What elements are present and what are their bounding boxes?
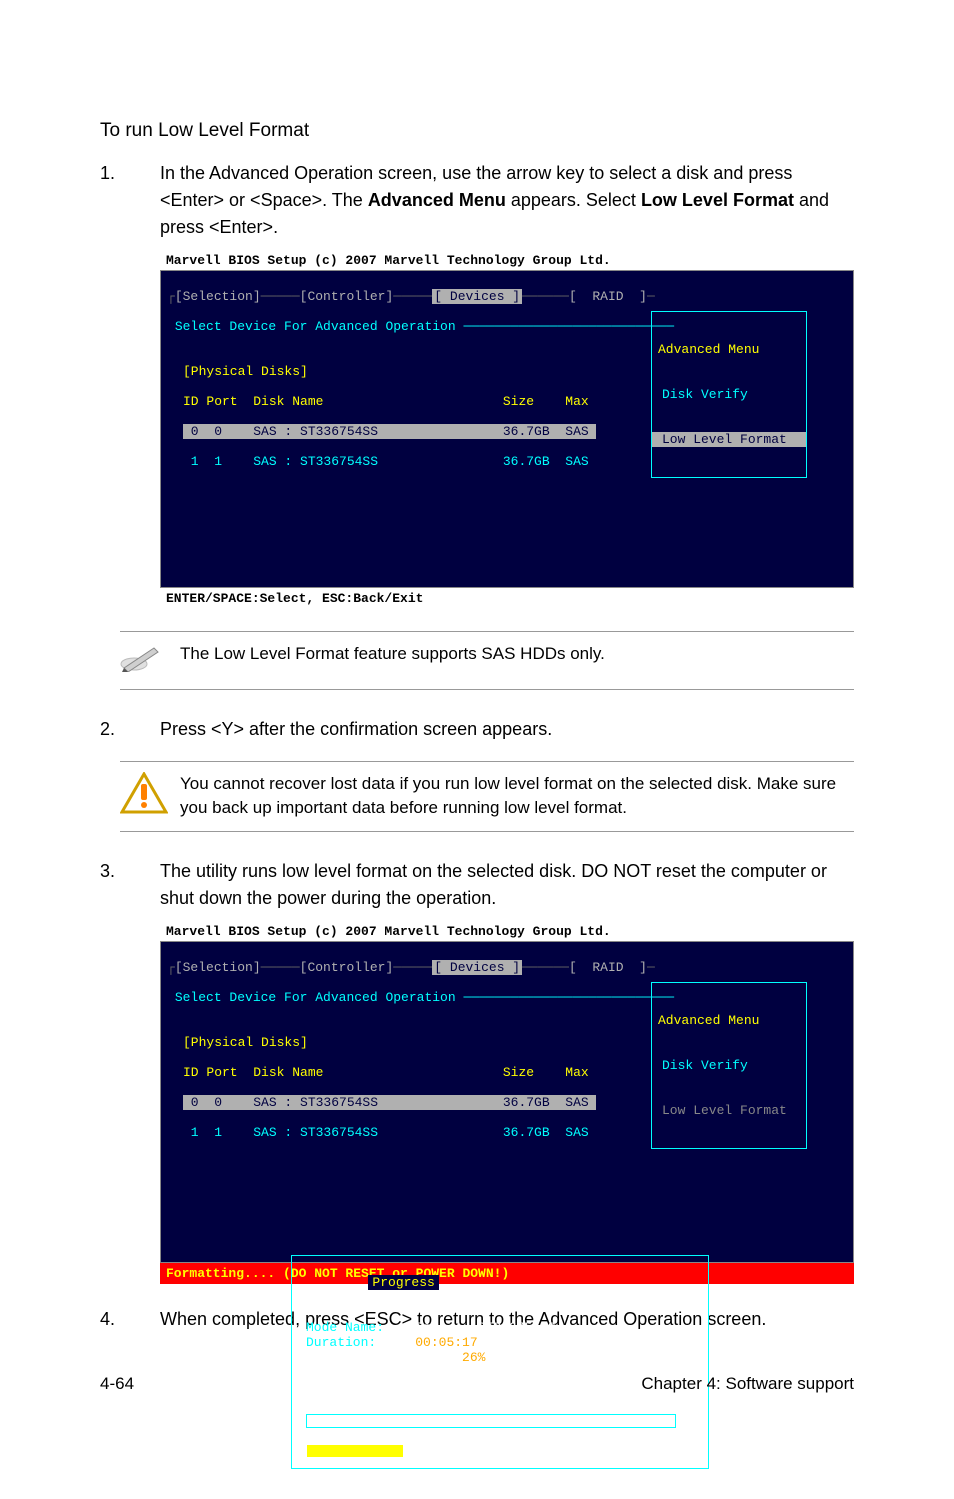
bios-screenshot-1: Marvell BIOS Setup (c) 2007 Marvell Tech…: [160, 251, 854, 609]
step3-text: The utility runs low level format on the…: [160, 858, 854, 912]
advanced-menu-popup-2: Advanced Menu Disk Verify Low Level Form…: [651, 982, 807, 1149]
progress-percent: 26%: [462, 1350, 485, 1365]
pencil-icon: [120, 642, 180, 679]
advanced-menu-popup: Advanced Menu Disk Verify Low Level Form…: [651, 311, 807, 478]
info-note-sas-only: The Low Level Format feature supports SA…: [120, 631, 854, 690]
step-body-1: In the Advanced Operation screen, use th…: [160, 160, 854, 241]
tab-raid: [ RAID ]: [569, 289, 647, 304]
bios-title-1: Marvell BIOS Setup (c) 2007 Marvell Tech…: [160, 251, 854, 270]
tab-controller: [Controller]: [300, 289, 394, 304]
step2-text: Press <Y> after the confirmation screen …: [160, 716, 854, 743]
progress-box: Progress Mode Name: SAS : ST336754SS Dur…: [291, 1255, 709, 1469]
bios1-subtitle: Select Device For Advanced Operation: [175, 319, 456, 334]
menu-item-disk-verify: Disk Verify: [652, 387, 806, 402]
step1-mid: appears. Select: [506, 190, 641, 210]
step-3: 3. The utility runs low level format on …: [100, 858, 854, 912]
step-num-4: 4.: [100, 1306, 160, 1333]
menu-item-low-level-format-selected: Low Level Format: [652, 432, 806, 447]
step1-bold2: Low Level Format: [641, 190, 794, 210]
bios2-subtitle: Select Device For Advanced Operation: [175, 990, 456, 1005]
tab-controller-2: [Controller]: [300, 960, 394, 975]
step-num-1: 1.: [100, 160, 160, 241]
menu-item-low-level-format-faded: Low Level Format: [652, 1103, 806, 1118]
bios-body-2: ┌[Selection]─────[Controller]─────[ Devi…: [160, 941, 854, 1263]
mode-name-value: SAS : ST336754SS: [415, 1320, 555, 1335]
duration-value: 00:05:17: [415, 1335, 477, 1350]
disk-row-selected: 0 0 SAS : ST336754SS 36.7GB SAS: [183, 424, 596, 439]
bios-body-1: ┌[Selection]─────[Controller]─────[ Devi…: [160, 270, 854, 588]
page-footer: 4-64 Chapter 4: Software support: [100, 1374, 854, 1394]
bios1-hint-bar: ENTER/SPACE:Select, ESC:Back/Exit: [160, 588, 854, 609]
disk-row-selected-2: 0 0 SAS : ST336754SS 36.7GB SAS: [183, 1095, 596, 1110]
step-num-2: 2.: [100, 716, 160, 743]
step-num-3: 3.: [100, 858, 160, 912]
step1-bold1: Advanced Menu: [368, 190, 506, 210]
bios-screenshot-2: Marvell BIOS Setup (c) 2007 Marvell Tech…: [160, 922, 854, 1284]
tab-selection: [Selection]: [175, 289, 261, 304]
progress-bar: [306, 1414, 676, 1428]
step-2: 2. Press <Y> after the confirmation scre…: [100, 716, 854, 743]
menu-item-disk-verify-2: Disk Verify: [652, 1058, 806, 1073]
page-number: 4-64: [100, 1374, 134, 1394]
section-title: To run Low Level Format: [100, 120, 854, 142]
advanced-menu-title: Advanced Menu: [652, 342, 806, 357]
progress-label: Progress: [368, 1275, 438, 1290]
tab-selection-2: [Selection]: [175, 960, 261, 975]
progress-bar-fill: [307, 1445, 403, 1457]
advanced-menu-title-2: Advanced Menu: [652, 1013, 806, 1028]
step-1: 1. In the Advanced Operation screen, use…: [100, 160, 854, 241]
tab-devices-active-2: [ Devices ]: [432, 960, 522, 975]
warning-icon: [120, 772, 180, 821]
note2-text: You cannot recover lost data if you run …: [180, 772, 854, 820]
warning-note-data-loss: You cannot recover lost data if you run …: [120, 761, 854, 832]
duration-label: Duration:: [306, 1335, 376, 1350]
mode-name-label: Mode Name:: [306, 1320, 384, 1335]
tab-devices-active: [ Devices ]: [432, 289, 522, 304]
chapter-label: Chapter 4: Software support: [641, 1374, 854, 1394]
tab-raid-2: [ RAID ]: [569, 960, 647, 975]
bios-title-2: Marvell BIOS Setup (c) 2007 Marvell Tech…: [160, 922, 854, 941]
note1-text: The Low Level Format feature supports SA…: [180, 642, 605, 666]
